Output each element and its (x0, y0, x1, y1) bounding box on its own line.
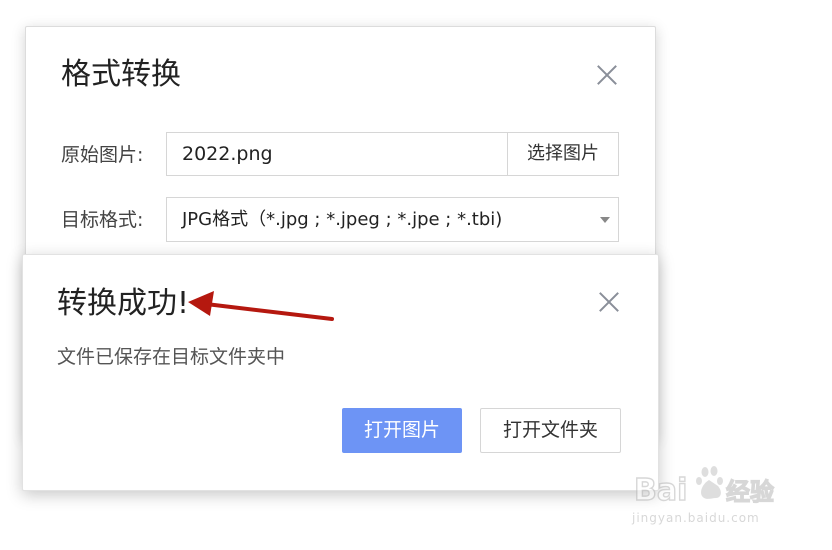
close-icon[interactable] (598, 291, 620, 313)
success-message: 文件已保存在目标文件夹中 (57, 346, 286, 368)
dialog-title: 格式转换 (61, 57, 181, 92)
source-image-field[interactable]: 2022.png (166, 132, 507, 176)
watermark-url: jingyan.baidu.com (632, 511, 760, 525)
baidu-logo-icon: Bai 经验 (633, 466, 775, 509)
source-image-label: 原始图片: (61, 144, 144, 166)
success-title: 转换成功! (57, 286, 190, 321)
conversion-success-dialog: 转换成功! 文件已保存在目标文件夹中 打开图片 打开文件夹 (22, 254, 659, 491)
close-icon[interactable] (596, 64, 618, 86)
open-image-button[interactable]: 打开图片 (342, 408, 462, 453)
svg-text:经验: 经验 (726, 478, 774, 506)
open-folder-button[interactable]: 打开文件夹 (480, 408, 621, 453)
target-format-value: JPG格式（*.jpg ; *.jpeg ; *.jpe ; *.tbi) (182, 209, 503, 230)
chevron-down-icon (600, 217, 610, 223)
baidu-watermark: Bai 经验 jingyan.baidu.com (632, 460, 792, 530)
svg-text:Bai: Bai (634, 473, 687, 508)
target-format-select[interactable]: JPG格式（*.jpg ; *.jpeg ; *.jpe ; *.tbi) (166, 197, 619, 242)
choose-image-button[interactable]: 选择图片 (507, 132, 619, 176)
target-format-label: 目标格式: (61, 209, 144, 231)
